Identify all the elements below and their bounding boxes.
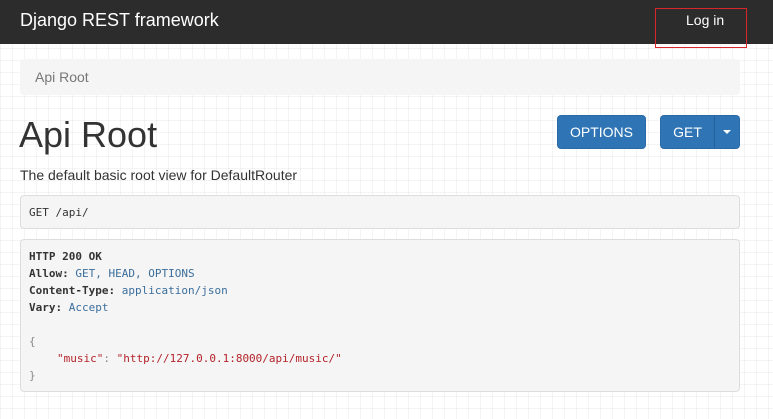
response-header-vary: Vary: Accept: [29, 301, 109, 314]
get-button[interactable]: GET: [660, 115, 715, 149]
brand-logo[interactable]: Django REST framework: [20, 9, 219, 31]
response-header-content-type: Content-Type: application/json: [29, 284, 228, 297]
json-entry-music: "music": "http://127.0.0.1:8000/api/musi…: [57, 352, 342, 365]
options-button[interactable]: OPTIONS: [557, 115, 646, 149]
page-description: The default basic root view for DefaultR…: [20, 167, 298, 183]
breadcrumb: Api Root: [20, 59, 740, 95]
response-status: HTTP 200 OK: [29, 250, 102, 263]
response-header-allow: Allow: GET, HEAD, OPTIONS: [29, 267, 195, 280]
request-line: GET /api/: [29, 204, 89, 221]
navbar: Django REST framework Log in: [0, 0, 773, 48]
json-open-brace: {: [29, 335, 36, 348]
request-info: GET /api/: [20, 195, 740, 229]
json-key: "music": [57, 352, 104, 365]
request-method: GET: [29, 206, 49, 219]
caret-down-icon: [723, 130, 731, 135]
header-key: Vary: [29, 301, 56, 314]
breadcrumb-item-api-root[interactable]: Api Root: [35, 69, 89, 85]
response-info: HTTP 200 OK Allow: GET, HEAD, OPTIONS Co…: [20, 239, 740, 392]
header-key: Content-Type: [29, 284, 109, 297]
get-format-dropdown-button[interactable]: [714, 115, 740, 149]
header-value: Accept: [68, 301, 109, 314]
page-title: Api Root: [19, 114, 158, 155]
header-key: Allow: [29, 267, 63, 280]
header-value: GET, HEAD, OPTIONS: [75, 267, 195, 280]
login-link[interactable]: Log in: [686, 11, 724, 29]
request-path: /api/: [55, 206, 89, 219]
json-link-music[interactable]: "http://127.0.0.1:8000/api/music/": [117, 352, 342, 365]
header-value: application/json: [121, 284, 228, 297]
json-close-brace: }: [29, 369, 36, 382]
